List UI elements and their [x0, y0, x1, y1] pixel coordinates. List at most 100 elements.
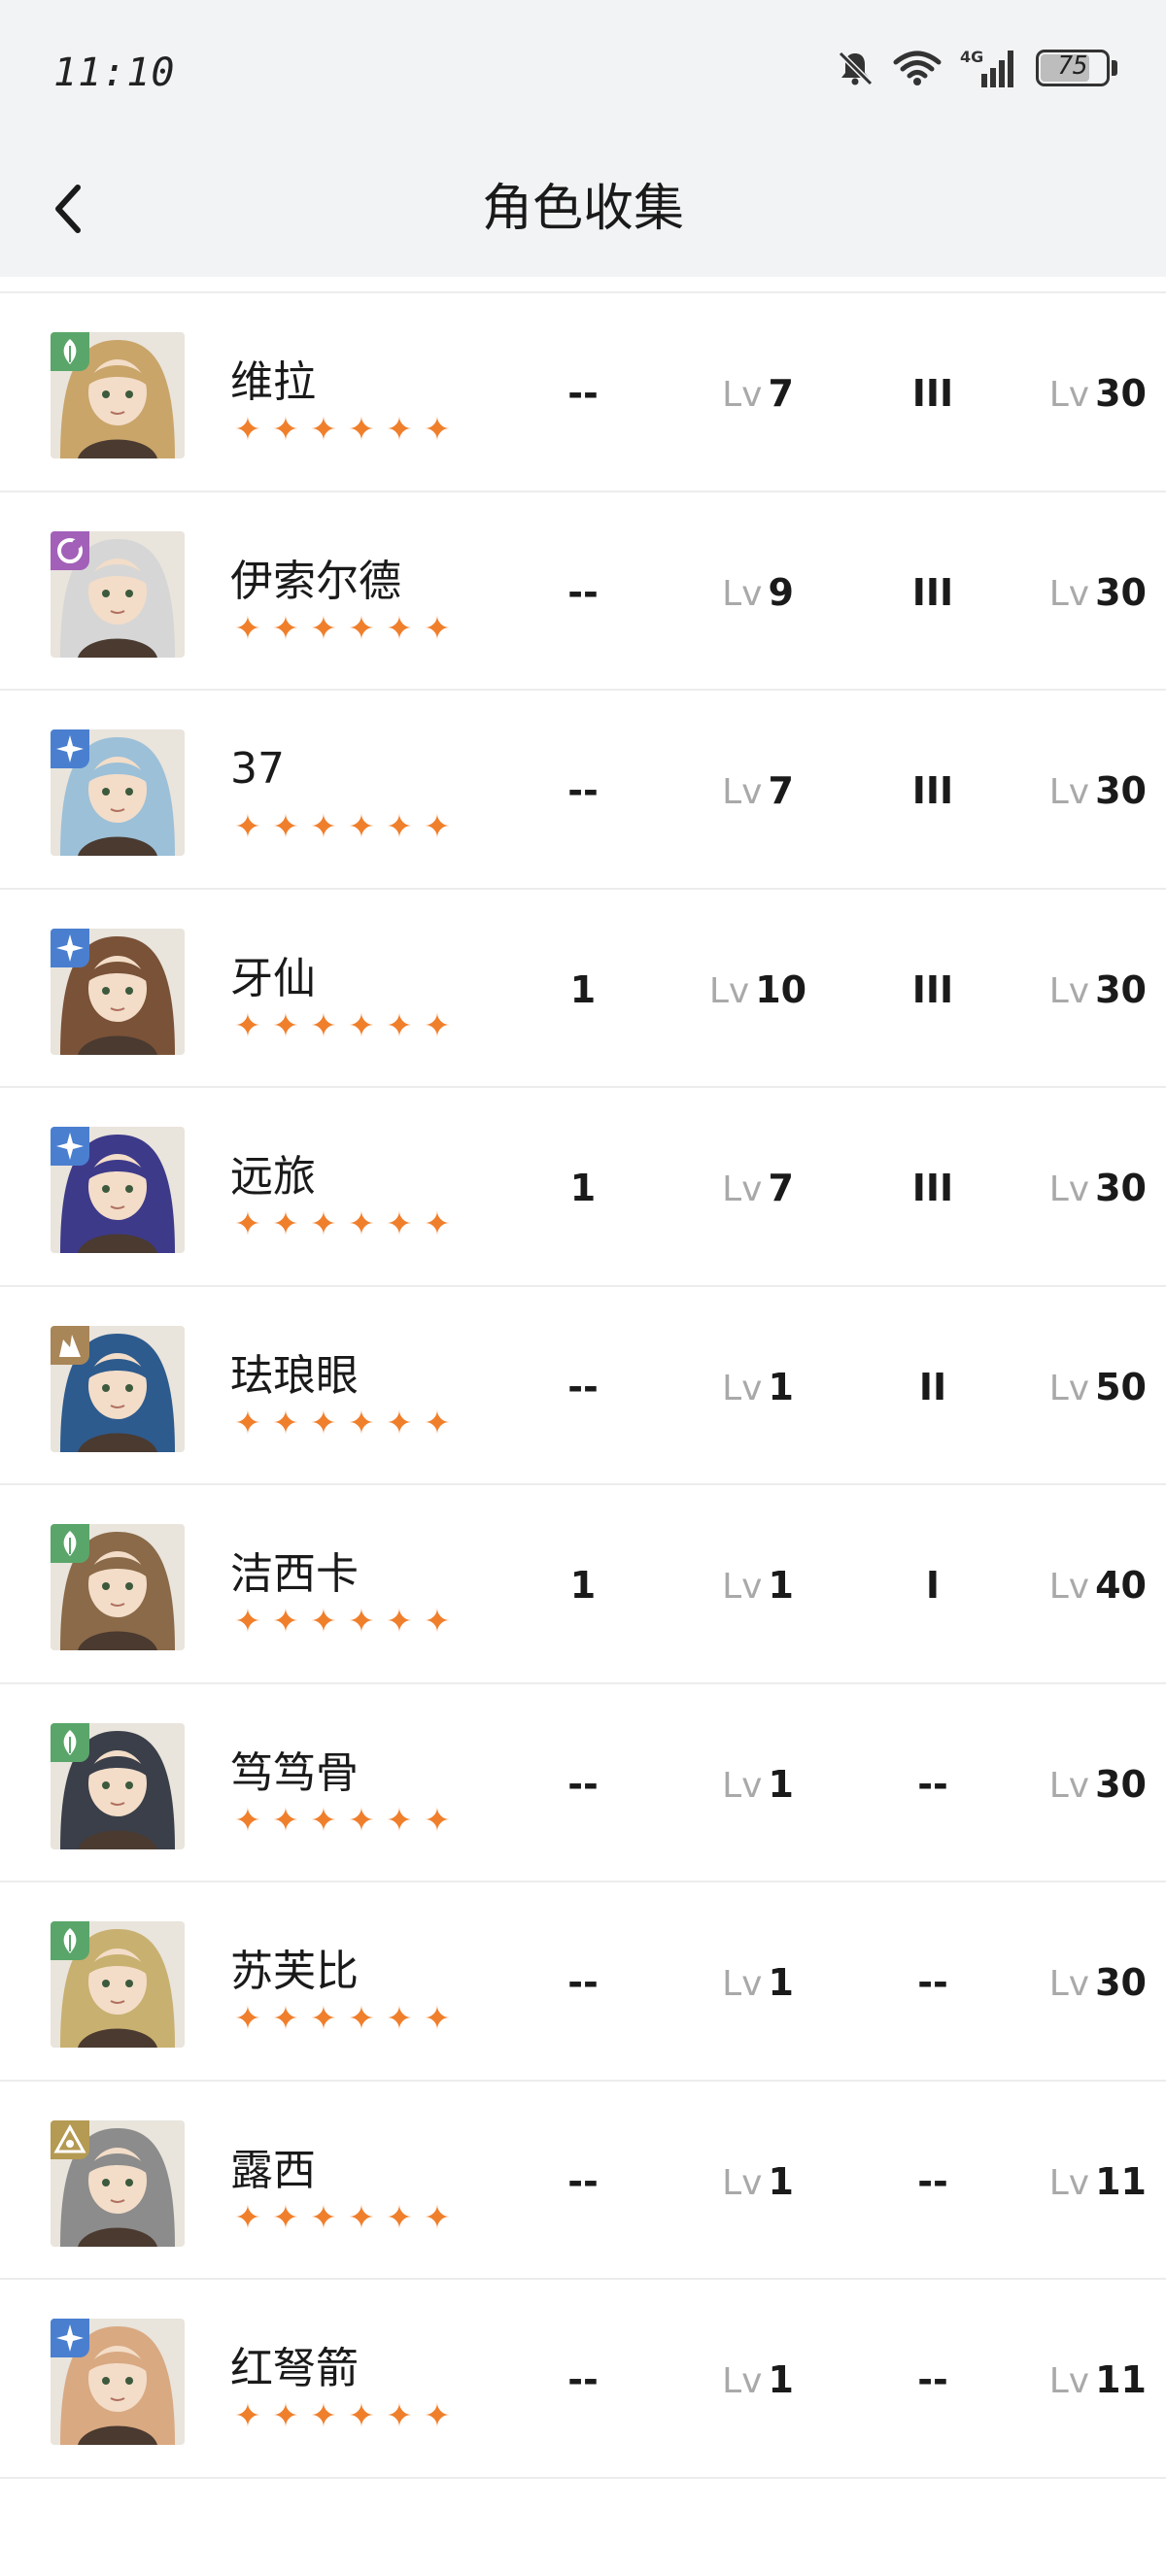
character-row[interactable]: 珐琅眼 ✦ ✦ ✦ ✦ ✦ ✦ -- Lv 1 II Lv 50: [0, 1287, 1166, 1485]
stat-tier: III: [911, 570, 954, 614]
stat-cap: Lv 30: [1006, 1758, 1147, 1811]
green-leaf-icon: [51, 1921, 89, 1960]
star-icon: ✦: [272, 1602, 299, 1640]
star-icon: ✦: [386, 1602, 413, 1640]
star-icon: ✦: [386, 2396, 413, 2434]
cap-value: 30: [1095, 1961, 1147, 2004]
character-name: 笃笃骨: [230, 1747, 359, 1798]
character-row[interactable]: 苏芙比 ✦ ✦ ✦ ✦ ✦ ✦ -- Lv 1 -- Lv 30: [0, 1882, 1166, 2082]
star-icon: ✦: [310, 410, 337, 448]
star-icon: ✦: [386, 410, 413, 448]
star-icon: ✦: [310, 1005, 337, 1044]
stat-tier: III: [911, 372, 954, 415]
rarity-stars: ✦ ✦ ✦ ✦ ✦ ✦: [230, 608, 455, 647]
star-icon: ✦: [310, 1204, 337, 1242]
page-title: 角色收集: [481, 180, 684, 238]
star-icon: ✦: [234, 1204, 261, 1242]
stat-level: Lv 1: [690, 1758, 826, 1811]
level-value: 1: [768, 1365, 794, 1408]
stat-level: Lv 1: [690, 2155, 826, 2208]
star-icon: ✦: [348, 1204, 375, 1242]
status-time: 11:10: [53, 51, 176, 95]
mute-bell-icon: [836, 49, 874, 87]
blue-star-icon: [51, 1127, 89, 1166]
lv-prefix: Lv: [722, 2361, 763, 2401]
star-icon: ✦: [348, 1800, 375, 1839]
blue-star-icon: [51, 729, 89, 768]
character-avatar: [51, 332, 185, 458]
character-row[interactable]: 笃笃骨 ✦ ✦ ✦ ✦ ✦ ✦ -- Lv 1 -- Lv 30: [0, 1684, 1166, 1882]
stat-cap: Lv 30: [1006, 566, 1147, 619]
star-icon: ✦: [310, 2197, 337, 2236]
status-bar: 11:10 4G 75: [0, 0, 1166, 146]
star-icon: ✦: [272, 608, 299, 647]
star-icon: ✦: [310, 2396, 337, 2434]
character-row[interactable]: 牙仙 ✦ ✦ ✦ ✦ ✦ ✦ 1 Lv 10 III Lv 30: [0, 890, 1166, 1088]
star-icon: ✦: [272, 1999, 299, 2037]
character-row[interactable]: 红弩箭 ✦ ✦ ✦ ✦ ✦ ✦ -- Lv 1 -- Lv 11: [0, 2280, 1166, 2479]
stat-level: Lv 1: [690, 1361, 826, 1413]
star-icon: ✦: [234, 1005, 261, 1044]
character-row[interactable]: 伊索尔德 ✦ ✦ ✦ ✦ ✦ ✦ -- Lv 9 III Lv 30: [0, 492, 1166, 691]
character-row[interactable]: 远旅 ✦ ✦ ✦ ✦ ✦ ✦ 1 Lv 7 III Lv 30: [0, 1088, 1166, 1287]
character-row[interactable]: 37 ✦ ✦ ✦ ✦ ✦ ✦ -- Lv 7 III Lv 30: [0, 691, 1166, 890]
purple-moon-icon: [51, 530, 89, 570]
star-icon: ✦: [348, 807, 375, 845]
cap-value: 30: [1095, 1762, 1147, 1806]
character-name: 37: [230, 744, 285, 794]
star-icon: ✦: [386, 1204, 413, 1242]
cap-value: 30: [1095, 769, 1147, 812]
star-icon: ✦: [234, 2396, 261, 2434]
stat-insight: --: [567, 372, 599, 415]
star-icon: ✦: [348, 1602, 375, 1640]
star-icon: ✦: [310, 807, 337, 845]
rarity-stars: ✦ ✦ ✦ ✦ ✦ ✦: [230, 1800, 455, 1839]
star-icon: ✦: [424, 2197, 451, 2236]
rarity-stars: ✦ ✦ ✦ ✦ ✦ ✦: [230, 1206, 455, 1241]
brown-beast-icon: [51, 1325, 89, 1365]
battery-level: 75: [1057, 51, 1088, 81]
star-icon: ✦: [424, 2396, 451, 2434]
level-value: 1: [768, 1564, 794, 1607]
star-icon: ✦: [386, 807, 413, 845]
stat-insight: --: [567, 2358, 599, 2401]
stat-insight: --: [567, 1961, 599, 2004]
lv-prefix: Lv: [722, 1964, 763, 2004]
lv-prefix: Lv: [722, 2162, 763, 2203]
rarity-stars: ✦ ✦ ✦ ✦ ✦ ✦: [230, 2197, 455, 2236]
stat-insight: --: [567, 1762, 599, 1806]
level-value: 1: [768, 1762, 794, 1806]
stat-tier: --: [917, 1762, 948, 1806]
character-avatar: [51, 1127, 185, 1253]
cap-value: 40: [1095, 1564, 1147, 1607]
cap-value: 30: [1095, 967, 1147, 1011]
stat-insight: --: [567, 2159, 599, 2203]
rarity-stars: ✦ ✦ ✦ ✦ ✦ ✦: [230, 809, 455, 844]
character-avatar: [51, 1524, 185, 1650]
stat-cap: Lv 30: [1006, 764, 1147, 817]
stat-tier: I: [925, 1564, 941, 1607]
rarity-stars: ✦ ✦ ✦ ✦ ✦ ✦: [230, 412, 455, 447]
cellular-signal-icon: 4G: [960, 47, 1018, 89]
stat-level: Lv 7: [690, 764, 826, 817]
character-row[interactable]: 露西 ✦ ✦ ✦ ✦ ✦ ✦ -- Lv 1 -- Lv 11: [0, 2082, 1166, 2280]
star-icon: ✦: [272, 1403, 299, 1441]
star-icon: ✦: [234, 410, 261, 448]
stat-tier: II: [918, 1365, 947, 1408]
star-icon: ✦: [348, 608, 375, 647]
stat-insight: 1: [569, 1564, 597, 1607]
star-icon: ✦: [234, 1999, 261, 2037]
stat-insight: 1: [569, 967, 597, 1011]
stat-insight: --: [567, 1365, 599, 1408]
green-leaf-icon: [51, 1722, 89, 1762]
star-icon: ✦: [386, 1403, 413, 1441]
star-icon: ✦: [424, 807, 451, 845]
blue-star-icon: [51, 928, 89, 967]
star-icon: ✦: [348, 1005, 375, 1044]
character-row[interactable]: 洁西卡 ✦ ✦ ✦ ✦ ✦ ✦ 1 Lv 1 I Lv 40: [0, 1485, 1166, 1684]
star-icon: ✦: [424, 410, 451, 448]
star-icon: ✦: [234, 1800, 261, 1839]
character-list: 维拉 ✦ ✦ ✦ ✦ ✦ ✦ -- Lv 7 III Lv 30 伊索尔德 ✦ ✦ ✦ ✦ ✦ ✦ --…: [0, 291, 1166, 2479]
character-row[interactable]: 维拉 ✦ ✦ ✦ ✦ ✦ ✦ -- Lv 7 III Lv 30: [0, 293, 1166, 492]
green-leaf-icon: [51, 1524, 89, 1563]
